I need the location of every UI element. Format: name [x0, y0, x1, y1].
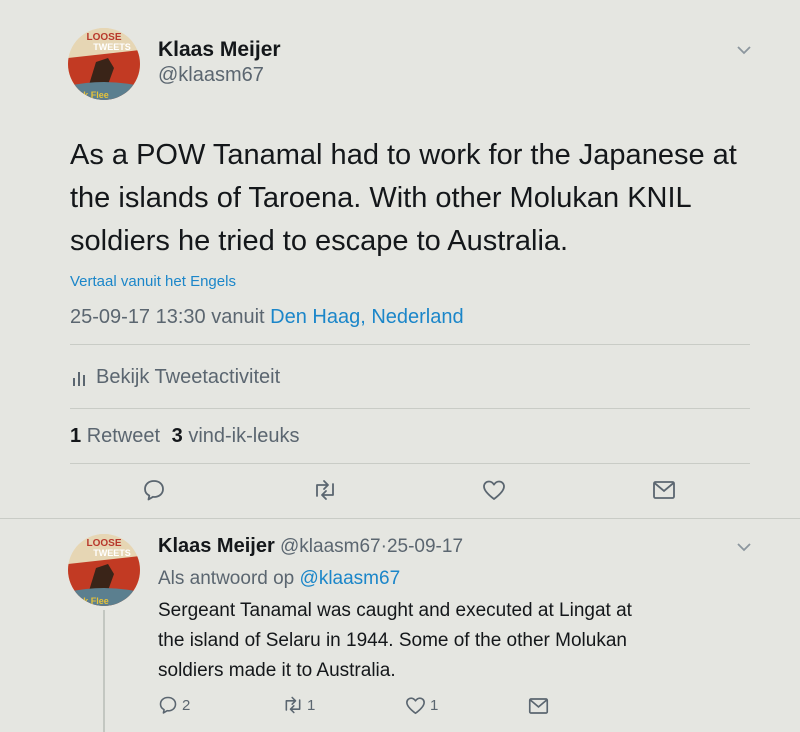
tweet-text: As a POW Tanamal had to work for the Jap… — [70, 139, 737, 257]
avatar[interactable]: LOOSE TWEETS k Flee — [68, 28, 140, 100]
thread-line — [103, 610, 105, 732]
tweet-meta: 25-09-17 13:30 vanuit Den Haag, Nederlan… — [70, 306, 464, 329]
chevron-down-icon[interactable] — [736, 541, 752, 553]
reply-to-label: Als antwoord op — [158, 568, 295, 589]
location-link[interactable]: Den Haag, Nederland — [270, 306, 463, 328]
reply-text: Sergeant Tanamal was caught and executed… — [158, 596, 632, 686]
tweet-activity-label: Bekijk Tweetactiviteit — [96, 366, 281, 388]
retweet-count[interactable]: 1 — [70, 425, 81, 447]
reply-icon — [158, 695, 178, 715]
reply-like-count: 1 — [430, 697, 439, 714]
divider — [70, 463, 750, 464]
divider — [70, 408, 750, 409]
reply-date[interactable]: 25-09-17 — [387, 536, 463, 557]
like-count[interactable]: 3 — [172, 425, 183, 447]
reply-retweet-button[interactable]: 1 — [282, 695, 315, 715]
svg-text:k Flee: k Flee — [83, 596, 109, 606]
translate-link[interactable]: Vertaal vanuit het Engels — [70, 273, 236, 290]
svg-text:k Flee: k Flee — [83, 90, 109, 100]
reply-icon[interactable] — [142, 478, 166, 502]
bar-chart-icon — [72, 370, 86, 386]
reply-header: Klaas Meijer @klaasm67·25-09-17 — [158, 535, 463, 558]
reply-author-handle[interactable]: @klaasm67 — [280, 536, 381, 557]
author-handle[interactable]: @klaasm67 — [158, 64, 264, 87]
message-icon[interactable] — [528, 697, 549, 715]
reply-text-line: the island of Selaru in 1944. Some of th… — [158, 630, 627, 651]
heart-icon[interactable] — [482, 479, 506, 501]
divider — [70, 344, 750, 345]
svg-text:TWEETS: TWEETS — [93, 548, 131, 558]
author-name[interactable]: Klaas Meijer — [158, 38, 281, 62]
reply-author-name[interactable]: Klaas Meijer — [158, 535, 275, 557]
retweet-icon[interactable] — [312, 478, 338, 502]
heart-icon — [405, 696, 426, 715]
reply-count: 2 — [182, 696, 191, 714]
tweet-activity-link[interactable]: Bekijk Tweetactiviteit — [72, 366, 280, 389]
retweet-label[interactable]: Retweet — [87, 425, 160, 447]
retweet-icon — [282, 695, 304, 715]
reply-avatar[interactable]: LOOSE TWEETS k Flee — [68, 534, 140, 606]
reply-reply-button[interactable]: 2 — [158, 695, 190, 715]
message-icon[interactable] — [652, 480, 676, 500]
chevron-down-icon[interactable] — [736, 44, 752, 56]
reply-to: Als antwoord op @klaasm67 — [158, 568, 400, 590]
reply-like-button[interactable]: 1 — [405, 696, 438, 715]
divider — [0, 518, 800, 519]
tweet-stats: 1 Retweet 3 vind-ik-leuks — [70, 425, 299, 448]
like-label[interactable]: vind-ik-leuks — [188, 425, 299, 447]
timestamp: 25-09-17 13:30 vanuit — [70, 306, 265, 328]
reply-text-line: Sergeant Tanamal was caught and executed… — [158, 600, 632, 621]
svg-text:TWEETS: TWEETS — [93, 42, 131, 52]
reply-text-line: soldiers made it to Australia. — [158, 660, 396, 681]
reply-to-handle[interactable]: @klaasm67 — [300, 568, 401, 589]
reply-retweet-count: 1 — [307, 696, 316, 714]
